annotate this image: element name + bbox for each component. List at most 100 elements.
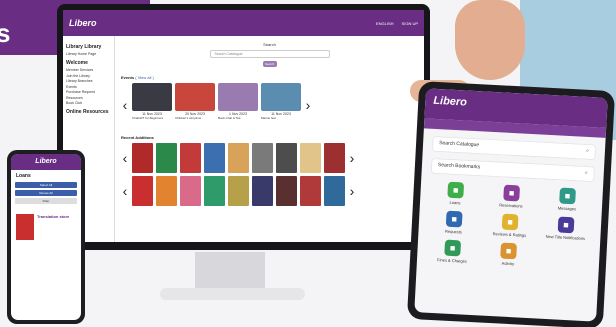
- search-input[interactable]: Search Catalogue: [209, 50, 330, 58]
- events-view-all-link[interactable]: ( View all ): [135, 75, 154, 80]
- tile-messages[interactable]: ■ Messages: [542, 187, 593, 213]
- book-cover[interactable]: [204, 176, 225, 206]
- tile-icon: ■: [445, 210, 463, 228]
- event-card[interactable]: 11 Nov 2023 ChatGPT for Beginners: [132, 83, 172, 127]
- book-cover[interactable]: [276, 176, 297, 206]
- sidebar-item[interactable]: Events: [66, 85, 111, 89]
- tile-new-title-notifications[interactable]: ■ New Title Notifications: [540, 216, 591, 242]
- chevron-left-icon[interactable]: ‹: [121, 184, 129, 198]
- book-cover[interactable]: [228, 176, 249, 206]
- chevron-left-icon[interactable]: ‹: [121, 98, 129, 112]
- book-cover[interactable]: [300, 176, 321, 206]
- tile-label: Reservations: [499, 202, 523, 209]
- phone-logo: Libero: [11, 154, 81, 170]
- search-catalogue-input[interactable]: Search Catalogue ⌕: [432, 136, 596, 160]
- logo[interactable]: Libero: [69, 18, 97, 28]
- language-link[interactable]: ENGLISH: [376, 21, 394, 26]
- tile-icon: ■: [559, 187, 576, 205]
- hand-decoration: [455, 0, 525, 80]
- book-cover[interactable]: [300, 143, 321, 173]
- sidebar-title: Library Library: [66, 44, 102, 50]
- events-heading: Events ( View all ): [121, 75, 418, 80]
- select-all-button[interactable]: Select All: [15, 182, 77, 188]
- search-bookmarks-input[interactable]: Search Bookmarks ⌕: [431, 158, 595, 182]
- tile-icon: ■: [501, 213, 519, 231]
- recent-title: Recent Additions: [121, 135, 154, 140]
- tile-icon: ■: [557, 216, 575, 234]
- chevron-right-icon[interactable]: ›: [348, 184, 356, 198]
- chevron-right-icon[interactable]: ›: [348, 151, 356, 165]
- event-card[interactable]: 20 Nov 2023 Children's storytime: [175, 83, 215, 127]
- book-cover[interactable]: [180, 176, 201, 206]
- loan-item-title: Translation store: [37, 214, 70, 219]
- tile-icon: ■: [500, 242, 518, 260]
- search-icon: ⌕: [585, 147, 590, 155]
- renew-all-button[interactable]: Renew All: [15, 190, 77, 196]
- filter-button[interactable]: Filter: [15, 198, 77, 204]
- sidebar-home[interactable]: Library Home Page: [66, 52, 111, 56]
- book-cover[interactable]: [228, 143, 249, 173]
- tile-label: Reviews & Ratings: [492, 231, 527, 238]
- sidebar-item[interactable]: Join the Library: [66, 74, 111, 78]
- tile-fines-charges[interactable]: ■ Fines & Charges: [427, 239, 478, 265]
- top-bar: Libero ENGLISH SIGN UP: [63, 10, 424, 36]
- event-title: ChatGPT for Beginners: [132, 116, 164, 120]
- event-card[interactable]: 11 Nov 2023 Marine fest: [261, 83, 301, 127]
- tile-reservations[interactable]: ■ Reservations: [486, 184, 537, 210]
- book-cover[interactable]: [252, 176, 273, 206]
- book-cover[interactable]: [132, 143, 153, 173]
- sidebar-item[interactable]: Member Services: [66, 68, 111, 72]
- book-cover[interactable]: [324, 143, 345, 173]
- event-title: Children's storytime: [175, 116, 202, 120]
- tile-icon: ■: [503, 184, 521, 202]
- sidebar-online: Online Resources: [66, 109, 109, 115]
- tile-icon: ■: [444, 239, 462, 257]
- main-content: Search Search Catalogue Search Events ( …: [115, 36, 424, 242]
- tile-icon: ■: [447, 181, 465, 199]
- books-row: ‹ ›: [121, 143, 418, 173]
- chevron-left-icon[interactable]: ‹: [121, 151, 129, 165]
- sidebar-item[interactable]: Purchase Request: [66, 90, 111, 94]
- search-icon: ⌕: [584, 169, 588, 176]
- event-card[interactable]: 1 Nov 2023 Book Chat & Tea: [218, 83, 258, 127]
- tile-label: Messages: [557, 205, 577, 212]
- event-title: Book Chat & Tea: [218, 116, 241, 120]
- chevron-right-icon[interactable]: ›: [304, 98, 312, 112]
- book-cover[interactable]: [204, 143, 225, 173]
- events-title: Events: [121, 75, 135, 80]
- loans-title: Loans: [16, 173, 31, 179]
- tile-label: Loans: [449, 199, 461, 206]
- sidebar-item[interactable]: Library Branches: [66, 79, 111, 83]
- tablet: Libero Search Catalogue ⌕ Search Bookmark…: [406, 81, 616, 327]
- event-title: Marine fest: [261, 116, 276, 120]
- book-cover[interactable]: [252, 143, 273, 173]
- tile-label: Fines & Charges: [436, 257, 468, 264]
- search-button[interactable]: Search: [262, 61, 277, 67]
- sidebar-welcome: Welcome: [66, 60, 88, 66]
- monitor-stand: [195, 252, 265, 292]
- phone-screen: Libero Loans Select All Renew All Filter…: [11, 154, 81, 320]
- sidebar-item[interactable]: Resources: [66, 96, 111, 100]
- events-row: ‹ 11 Nov 2023 ChatGPT for Beginners 20 No…: [121, 83, 418, 127]
- tile-label: Requests: [444, 228, 463, 235]
- tile-reviews-ratings[interactable]: ■ Reviews & Ratings: [484, 213, 535, 239]
- monitor: Libero ENGLISH SIGN UP Library Library L…: [57, 4, 430, 250]
- book-cover[interactable]: [156, 176, 177, 206]
- book-cover[interactable]: [276, 143, 297, 173]
- book-cover[interactable]: [132, 176, 153, 206]
- monitor-base: [160, 288, 305, 300]
- sidebar-item[interactable]: Book Club: [66, 101, 111, 105]
- tile-grid: ■ Loans ■ Reservations ■ Messages ■ Requests ■ Re…: [427, 181, 593, 270]
- search-label: Search: [263, 42, 276, 47]
- tile-requests[interactable]: ■ Requests: [428, 210, 479, 236]
- banner-text: s: [0, 18, 11, 48]
- scene: s Libero ENGLISH SIGN UP Library Library…: [0, 0, 616, 327]
- tile-label: New Title Notifications: [545, 233, 586, 241]
- book-cover[interactable]: [156, 143, 177, 173]
- book-cover[interactable]: [180, 143, 201, 173]
- tile-loans[interactable]: ■ Loans: [430, 181, 481, 207]
- signup-link[interactable]: SIGN UP: [402, 21, 418, 26]
- loan-item[interactable]: Translation store: [16, 214, 76, 240]
- tile-activity[interactable]: ■ Activity: [483, 242, 534, 268]
- book-cover[interactable]: [324, 176, 345, 206]
